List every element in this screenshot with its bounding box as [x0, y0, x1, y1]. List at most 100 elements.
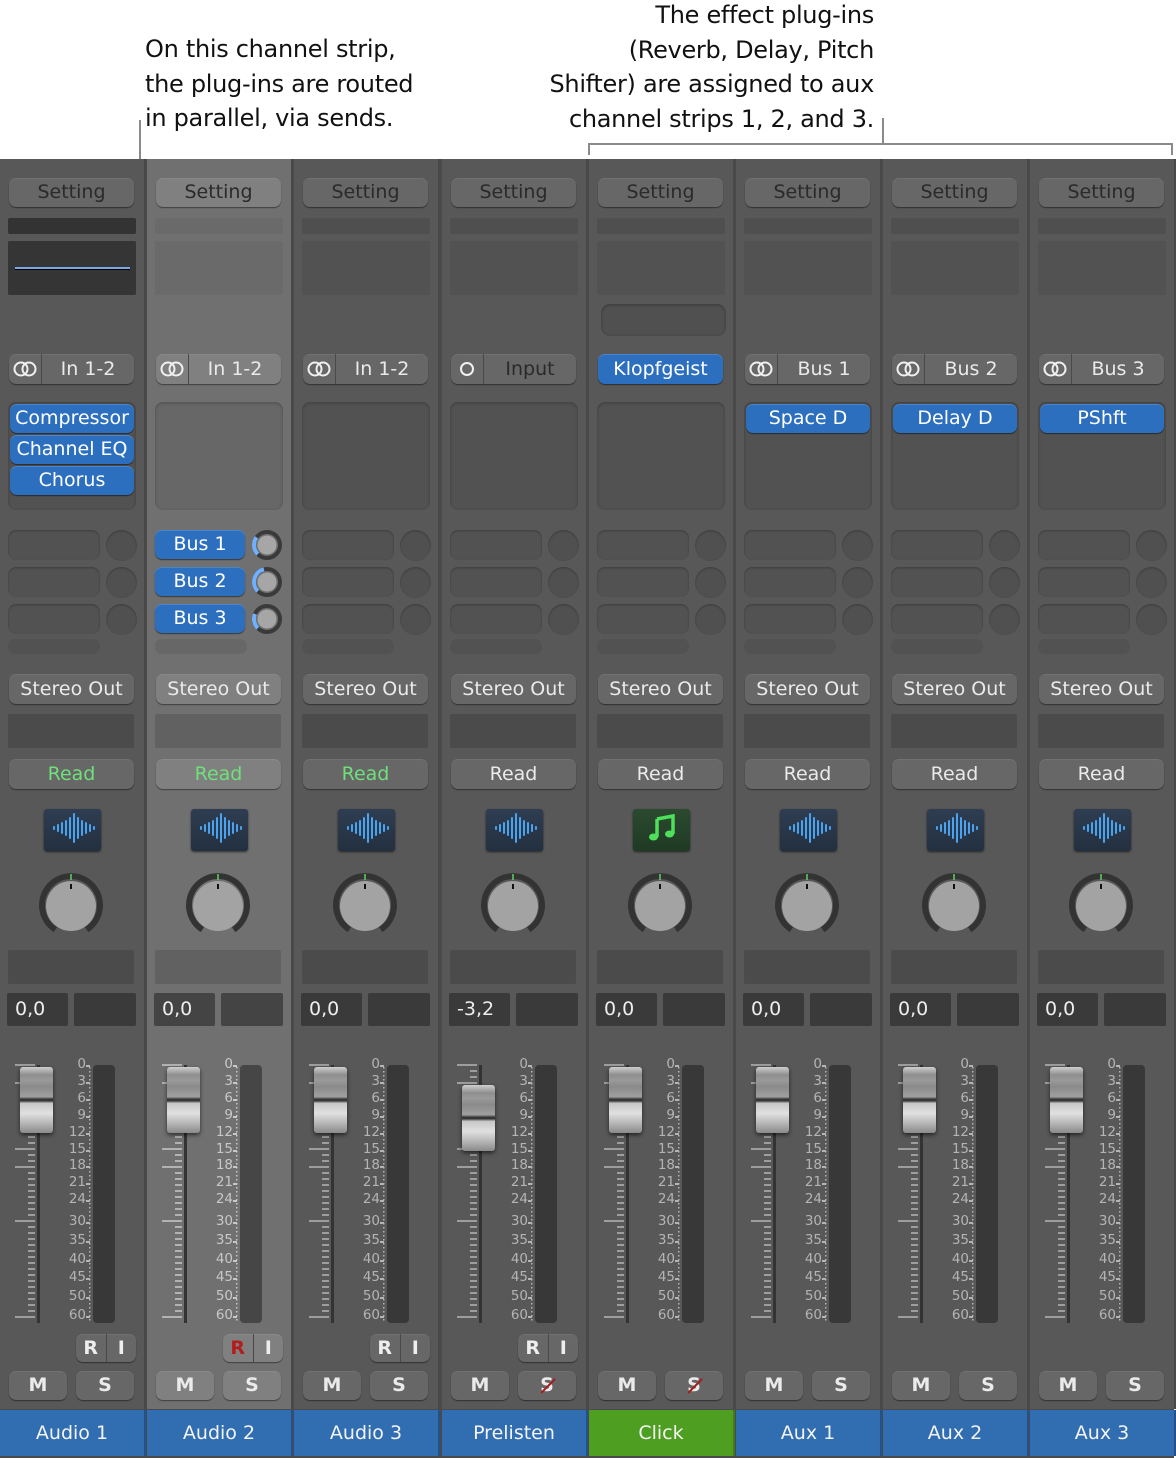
solo-button[interactable]: S: [1106, 1371, 1164, 1400]
send-slot[interactable]: [1038, 639, 1130, 654]
eq-thumbnail[interactable]: [1038, 241, 1166, 295]
send-level-knob[interactable]: [1136, 530, 1167, 561]
send-slot-button[interactable]: Bus 2: [155, 567, 245, 596]
track-icon[interactable]: [633, 809, 690, 851]
automation-mode-button[interactable]: Read: [9, 759, 134, 789]
insert-plugin-button[interactable]: PShft: [1040, 404, 1164, 433]
send-slot[interactable]: [302, 639, 394, 654]
send-level-knob[interactable]: [842, 530, 873, 561]
send-slot[interactable]: [891, 604, 983, 634]
channel-name[interactable]: Aux 1: [736, 1410, 882, 1456]
setting-button[interactable]: Setting: [892, 178, 1017, 207]
eq-thumbnail[interactable]: [450, 241, 578, 295]
group-slot[interactable]: [155, 714, 281, 748]
eq-thumbnail[interactable]: [597, 241, 725, 295]
input-monitor-button[interactable]: I: [549, 1334, 579, 1362]
track-icon[interactable]: [927, 809, 984, 851]
track-icon[interactable]: [338, 809, 395, 851]
pan-knob[interactable]: [330, 871, 400, 941]
fader-cap[interactable]: [20, 1067, 53, 1133]
send-slot[interactable]: [744, 639, 836, 654]
pan-knob[interactable]: [478, 871, 548, 941]
audio-effect-slots[interactable]: [155, 402, 283, 510]
group-slot[interactable]: [8, 714, 134, 748]
audio-effect-slots[interactable]: Compressor Channel EQ Chorus: [8, 402, 136, 510]
send-slot[interactable]: [8, 639, 100, 654]
send-slot[interactable]: [450, 567, 542, 597]
input-monitor-button[interactable]: I: [401, 1334, 431, 1362]
solo-button[interactable]: S: [959, 1371, 1017, 1400]
send-slot[interactable]: [744, 604, 836, 634]
channel-name[interactable]: Audio 2: [147, 1410, 293, 1456]
send-level-knob[interactable]: [695, 567, 726, 598]
automation-mode-button[interactable]: Read: [745, 759, 870, 789]
send-level-knob[interactable]: [106, 567, 137, 598]
send-level-knob[interactable]: [106, 604, 137, 635]
send-level-knob[interactable]: [252, 567, 282, 597]
fader-cap[interactable]: [609, 1067, 642, 1133]
send-slot[interactable]: [155, 639, 247, 654]
input-slot[interactable]: In 1-2: [9, 354, 134, 384]
setting-button[interactable]: Setting: [303, 178, 428, 207]
setting-button[interactable]: Setting: [1039, 178, 1164, 207]
automation-mode-button[interactable]: Read: [598, 759, 723, 789]
setting-button[interactable]: Setting: [598, 178, 723, 207]
group-slot[interactable]: [891, 714, 1017, 748]
send-slot[interactable]: [302, 604, 394, 634]
channel-name[interactable]: Aux 3: [1030, 1410, 1176, 1456]
send-level-knob[interactable]: [252, 530, 282, 560]
group-slot[interactable]: [597, 714, 723, 748]
send-level-knob[interactable]: [1136, 604, 1167, 635]
send-level-knob[interactable]: [400, 604, 431, 635]
send-slot[interactable]: [597, 639, 689, 654]
pan-knob[interactable]: [625, 871, 695, 941]
mute-button[interactable]: M: [745, 1371, 803, 1400]
send-slot[interactable]: [891, 530, 983, 560]
send-slot-button[interactable]: Bus 3: [155, 604, 245, 633]
output-slot[interactable]: Stereo Out: [9, 674, 134, 704]
fader-cap[interactable]: [462, 1085, 495, 1152]
send-slot[interactable]: [1038, 530, 1130, 560]
mute-button[interactable]: M: [1039, 1371, 1097, 1400]
fader-cap[interactable]: [167, 1067, 200, 1133]
mute-button[interactable]: M: [303, 1371, 361, 1400]
send-slot[interactable]: [302, 530, 394, 560]
output-slot[interactable]: Stereo Out: [892, 674, 1017, 704]
record-enable-button[interactable]: R: [518, 1334, 549, 1362]
setting-button[interactable]: Setting: [156, 178, 281, 207]
pan-knob[interactable]: [36, 871, 106, 941]
eq-thumbnail[interactable]: [744, 241, 872, 295]
input-slot[interactable]: In 1-2: [156, 354, 281, 384]
setting-button[interactable]: Setting: [9, 178, 134, 207]
channel-name[interactable]: Aux 2: [883, 1410, 1029, 1456]
audio-effect-slots[interactable]: [597, 402, 725, 510]
pan-knob[interactable]: [1066, 871, 1136, 941]
send-slot[interactable]: [597, 567, 689, 597]
solo-button[interactable]: S: [665, 1371, 723, 1400]
solo-button[interactable]: S: [223, 1371, 281, 1400]
automation-mode-button[interactable]: Read: [892, 759, 1017, 789]
track-icon[interactable]: [191, 809, 248, 851]
pan-knob[interactable]: [772, 871, 842, 941]
mute-button[interactable]: M: [156, 1371, 214, 1400]
mute-button[interactable]: M: [892, 1371, 950, 1400]
fader-cap[interactable]: [1050, 1067, 1083, 1133]
automation-mode-button[interactable]: Read: [451, 759, 576, 789]
fader-cap[interactable]: [903, 1067, 936, 1133]
fader-cap[interactable]: [314, 1067, 347, 1133]
input-slot[interactable]: Bus 2: [892, 354, 1017, 384]
fader-cap[interactable]: [756, 1067, 789, 1133]
send-slot[interactable]: [1038, 604, 1130, 634]
send-level-knob[interactable]: [989, 530, 1020, 561]
send-level-knob[interactable]: [695, 604, 726, 635]
audio-effect-slots[interactable]: Delay D: [891, 402, 1019, 510]
setting-button[interactable]: Setting: [451, 178, 576, 207]
send-slot[interactable]: [891, 567, 983, 597]
send-level-knob[interactable]: [548, 530, 579, 561]
mute-button[interactable]: M: [9, 1371, 67, 1400]
send-level-knob[interactable]: [989, 604, 1020, 635]
setting-button[interactable]: Setting: [745, 178, 870, 207]
send-level-knob[interactable]: [106, 530, 137, 561]
send-level-knob[interactable]: [695, 530, 726, 561]
insert-plugin-button[interactable]: Delay D: [893, 404, 1017, 433]
